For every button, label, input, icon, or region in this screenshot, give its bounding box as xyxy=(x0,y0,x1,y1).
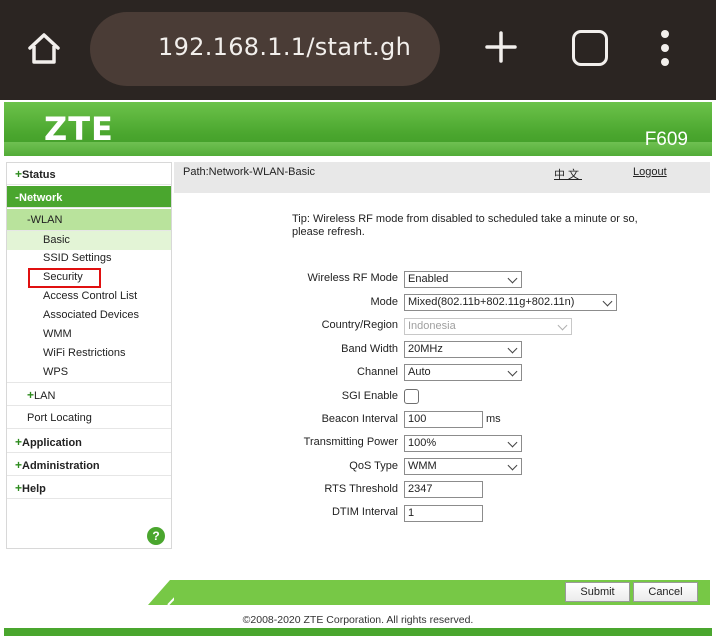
rf-mode-value: Enabled xyxy=(408,273,449,285)
sgi-checkbox[interactable] xyxy=(404,389,419,404)
model-name: F609 xyxy=(644,129,688,150)
beacon-unit: ms xyxy=(486,413,501,425)
zte-logo: ZTE xyxy=(44,110,114,148)
kebab-menu-icon[interactable] xyxy=(655,30,675,66)
logout-link[interactable]: Logout xyxy=(633,166,667,178)
sidebar-item-status[interactable]: +Status xyxy=(7,163,171,185)
cancel-button[interactable]: Cancel xyxy=(633,582,698,602)
sidebar-item-label: Application xyxy=(22,437,82,449)
mode-label: Mode xyxy=(370,296,398,308)
qos-select[interactable]: WMM xyxy=(404,458,522,475)
chevron-down-icon xyxy=(602,296,613,307)
submit-button[interactable]: Submit xyxy=(565,582,630,602)
dtim-input[interactable]: 1 xyxy=(404,505,483,522)
address-bar[interactable]: 192.168.1.1/start.gh xyxy=(90,12,440,86)
tab-switcher-icon[interactable] xyxy=(572,30,608,66)
router-header: ZTE F609 xyxy=(4,102,712,156)
sidebar-item-label: Administration xyxy=(22,460,100,472)
channel-select[interactable]: Auto xyxy=(404,364,522,381)
new-tab-icon[interactable] xyxy=(484,30,518,64)
security-highlight-box xyxy=(28,268,101,288)
sidebar-item-port-locating[interactable]: Port Locating xyxy=(7,407,171,429)
qos-label: QoS Type xyxy=(349,460,398,472)
breadcrumb: Path:Network-WLAN-Basic 中文 Logout xyxy=(174,162,710,193)
sidebar-item-ssid-settings[interactable]: SSID Settings xyxy=(7,249,171,268)
mode-value: Mixed(802.11b+802.11g+802.11n) xyxy=(408,296,575,308)
breadcrumb-path: Path:Network-WLAN-Basic xyxy=(183,166,316,178)
sidebar-item-access-control-list[interactable]: Access Control List xyxy=(7,287,171,306)
sidebar-nav: +Status -Network -WLAN Basic SSID Settin… xyxy=(6,162,172,549)
sidebar-item-application[interactable]: +Application xyxy=(7,431,171,453)
mode-select[interactable]: Mixed(802.11b+802.11g+802.11n) xyxy=(404,294,617,311)
country-value: Indonesia xyxy=(408,320,456,332)
sidebar-item-help[interactable]: +Help xyxy=(7,477,171,499)
sgi-label: SGI Enable xyxy=(341,390,398,402)
sidebar-item-label: LAN xyxy=(34,390,56,402)
chevron-down-icon xyxy=(507,460,518,471)
channel-value: Auto xyxy=(408,366,431,378)
sidebar-item-label: Help xyxy=(22,483,46,495)
sidebar-item-wps[interactable]: WPS xyxy=(7,363,171,383)
expand-icon: + xyxy=(15,458,23,472)
rf-mode-label: Wireless RF Mode xyxy=(307,272,398,284)
sidebar-item-wmm[interactable]: WMM xyxy=(7,325,171,344)
url-text: 192.168.1.1/start.gh xyxy=(158,33,412,61)
sidebar-item-wifi-restrictions[interactable]: WiFi Restrictions xyxy=(7,344,171,363)
sidebar-item-network[interactable]: -Network xyxy=(7,186,171,208)
sidebar-item-associated-devices[interactable]: Associated Devices xyxy=(7,306,171,325)
bandwidth-label: Band Width xyxy=(341,343,398,355)
beacon-label: Beacon Interval xyxy=(321,413,398,425)
bandwidth-select[interactable]: 20MHz xyxy=(404,341,522,358)
home-icon[interactable] xyxy=(22,27,66,71)
country-select[interactable]: Indonesia xyxy=(404,318,572,335)
sidebar-item-label: WLAN xyxy=(30,214,63,226)
dtim-label: DTIM Interval xyxy=(331,506,398,518)
qos-value: WMM xyxy=(408,460,437,472)
help-icon[interactable]: ? xyxy=(147,527,165,545)
bottom-bar xyxy=(4,628,712,636)
chevron-down-icon xyxy=(507,366,518,377)
browser-toolbar: 192.168.1.1/start.gh xyxy=(0,0,716,100)
copyright-text: ©2008-2020 ZTE Corporation. All rights r… xyxy=(242,614,474,626)
channel-label: Channel xyxy=(357,366,398,378)
sidebar-item-administration[interactable]: +Administration xyxy=(7,454,171,476)
chevron-down-icon xyxy=(507,273,518,284)
rf-mode-select[interactable]: Enabled xyxy=(404,271,522,288)
language-link[interactable]: 中文 xyxy=(554,166,582,182)
chevron-down-icon xyxy=(507,437,518,448)
sidebar-item-label: Network xyxy=(19,192,63,204)
expand-icon: + xyxy=(15,435,23,449)
sidebar-item-basic[interactable]: Basic xyxy=(7,231,171,250)
sidebar-item-label: Status xyxy=(22,169,56,181)
bandwidth-value: 20MHz xyxy=(408,343,443,355)
beacon-input[interactable]: 100 xyxy=(404,411,483,428)
expand-icon: + xyxy=(27,388,35,402)
country-label: Country/Region xyxy=(321,319,398,331)
tx-power-select[interactable]: 100% xyxy=(404,435,522,452)
chevron-down-icon xyxy=(507,343,518,354)
tx-power-label: Transmitting Power xyxy=(303,436,398,448)
tip-text: Tip: Wireless RF mode from disabled to s… xyxy=(292,213,638,238)
expand-icon: + xyxy=(15,481,23,495)
sidebar-item-lan[interactable]: +LAN xyxy=(7,384,171,406)
rts-input[interactable]: 2347 xyxy=(404,481,483,498)
rts-label: RTS Threshold xyxy=(324,483,398,495)
chevron-down-icon xyxy=(557,320,568,331)
sidebar-item-wlan[interactable]: -WLAN xyxy=(7,209,171,231)
expand-icon: + xyxy=(15,167,23,181)
tx-power-value: 100% xyxy=(408,437,437,449)
